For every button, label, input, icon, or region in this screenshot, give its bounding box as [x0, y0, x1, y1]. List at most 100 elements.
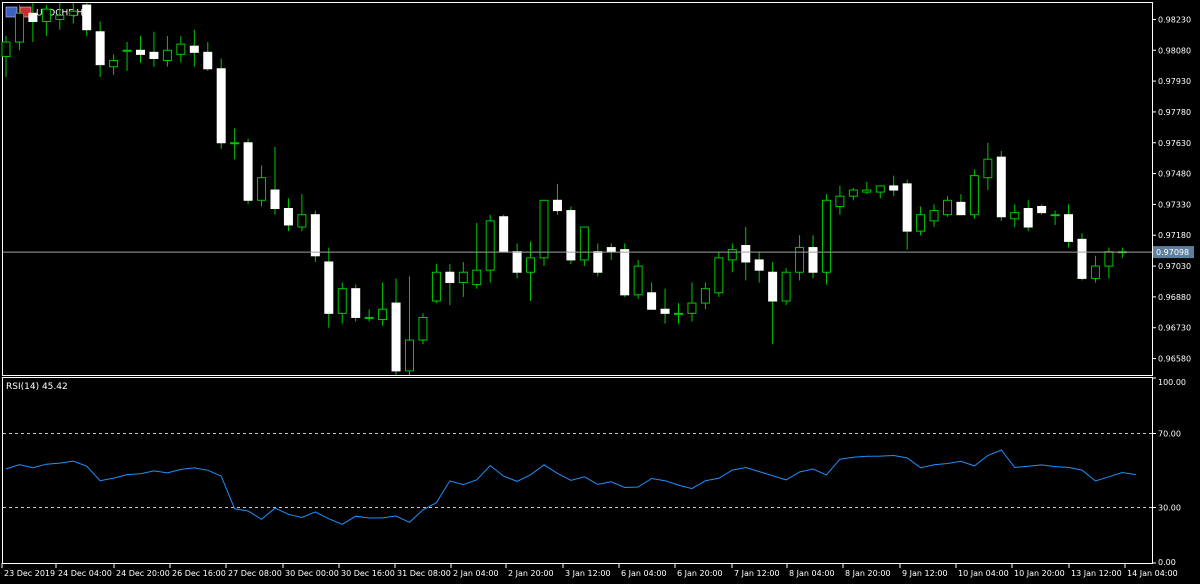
time-tick-label: 7 Jan 12:00 [734, 569, 780, 578]
candle [216, 58, 226, 149]
time-tick-label: 3 Jan 12:00 [565, 569, 611, 578]
time-tick-label: 6 Jan 20:00 [677, 569, 723, 578]
candle-body-bull [929, 210, 939, 222]
candle-body-bear [754, 259, 764, 271]
candle-body-bear [310, 214, 320, 257]
candle-body-bull [257, 177, 267, 201]
candle-body-bear [28, 12, 38, 22]
candle-body-bull [364, 316, 374, 319]
candle-body-bear [283, 208, 293, 226]
candle [969, 169, 979, 219]
candle-body-bull [633, 265, 643, 296]
candle-body-bear [351, 288, 361, 318]
candle-body-bear [647, 292, 657, 310]
candle [620, 243, 630, 297]
candle [1077, 233, 1087, 281]
candle-body-bear [552, 199, 562, 212]
candle [633, 259, 643, 299]
time-tick-label: 2 Jan 04:00 [453, 569, 499, 578]
candle [996, 150, 1006, 221]
time-tick-label: 6 Jan 04:00 [621, 569, 667, 578]
candle [714, 251, 724, 297]
candle [821, 194, 831, 285]
candle-body-bear [768, 271, 778, 302]
price-tick-label: 0.97330 [1158, 200, 1191, 209]
price-tick-label: 0.97930 [1158, 77, 1191, 86]
rsi-label: RSI(14) 45.42 [6, 382, 68, 392]
candle-body-bull [176, 43, 186, 55]
time-tick-label: 10 Jan 04:00 [958, 569, 1009, 578]
candle-body-bear [136, 49, 145, 55]
candle-body-bull [1010, 212, 1020, 220]
time-tick-label: 23 Dec 2019 [4, 569, 55, 578]
candle-body-bear [149, 51, 159, 59]
candle-body-bull [687, 302, 697, 314]
time-tick-label: 24 Dec 04:00 [58, 569, 112, 578]
price-tick-label: 0.97480 [1158, 170, 1191, 179]
chart-canvas[interactable]: USDCHF,H4 RSI(14) 45.42 0.982300.980800.… [0, 0, 1200, 584]
candle-body-bull [472, 269, 482, 286]
candle-body-bear [1023, 208, 1033, 228]
candle-body-bull [41, 8, 51, 22]
rsi-tick-label: 70.00 [1158, 430, 1181, 439]
price-tick-label: 0.97780 [1158, 108, 1191, 117]
candle-body-bear [445, 271, 455, 284]
candle-body-bull [943, 199, 952, 216]
candle-body-bull [431, 271, 441, 302]
time-tick-label: 8 Jan 04:00 [789, 569, 835, 578]
candle-body-bear [808, 247, 818, 273]
price-panel-frame [2, 2, 1153, 376]
candle [579, 226, 589, 267]
candle [566, 206, 576, 265]
candle-body-bear [996, 156, 1006, 218]
candle-body-bear [324, 261, 334, 314]
current-price-label: 0.97098 [1156, 248, 1189, 257]
candle-body-bull [916, 214, 926, 232]
candle-body-bull [230, 142, 240, 145]
price-axis: 0.98230 0.98080 0.97930 0.97780 0.97630 0.974… [1152, 15, 1191, 364]
price-tick-label: 0.96580 [1158, 355, 1191, 364]
candle-body-bull [405, 339, 414, 372]
rsi-tick-label: 100.00 [1158, 378, 1186, 387]
candle-body-bull [1, 41, 11, 57]
candle-body-bull [835, 195, 845, 207]
time-tick-label: 14 Jan 04:00 [1127, 569, 1178, 578]
candle-body-bull [122, 49, 132, 52]
price-tick-label: 0.97030 [1158, 262, 1191, 271]
candle-body-bull [1104, 251, 1114, 267]
time-tick-label: 13 Jan 12:00 [1071, 569, 1122, 578]
time-tick-label: 8 Jan 20:00 [845, 569, 891, 578]
candle-body-bull [795, 247, 805, 273]
candle-body-bull [700, 288, 710, 304]
price-tick-label: 0.98080 [1158, 46, 1191, 55]
candle [499, 214, 509, 253]
candle-body-bear [391, 302, 401, 372]
candle-body-bear [95, 31, 105, 66]
candle-body-bear [82, 4, 92, 31]
candle [781, 268, 791, 306]
candle-body-bear [499, 216, 509, 253]
candle-body-bull [337, 288, 347, 314]
candle-body-bear [216, 68, 226, 144]
candle-body-bear [1077, 238, 1087, 279]
candle-body-bear [1064, 214, 1074, 242]
candle [539, 199, 549, 267]
candle-body-bull [579, 226, 589, 261]
candle-body-bull [485, 220, 495, 271]
time-tick-label: 24 Dec 20:00 [116, 569, 170, 578]
candle-body-bear [270, 189, 280, 210]
time-tick-label: 27 Dec 08:00 [228, 569, 282, 578]
price-tick-label: 0.96730 [1158, 324, 1191, 333]
candle-body-bull [1050, 214, 1060, 217]
candle-body-bull [969, 175, 979, 216]
candle [418, 313, 428, 345]
candle-body-bull [109, 60, 119, 68]
candle-body-bull [14, 12, 24, 43]
rsi-tick-label: 0.00 [1158, 558, 1176, 567]
time-tick-label: 2 Jan 20:00 [508, 569, 554, 578]
time-tick-label: 30 Dec 00:00 [285, 569, 339, 578]
candle [351, 284, 361, 322]
candle-body-bull [727, 249, 737, 261]
candle [310, 210, 320, 262]
time-tick-label: 31 Dec 08:00 [397, 569, 451, 578]
